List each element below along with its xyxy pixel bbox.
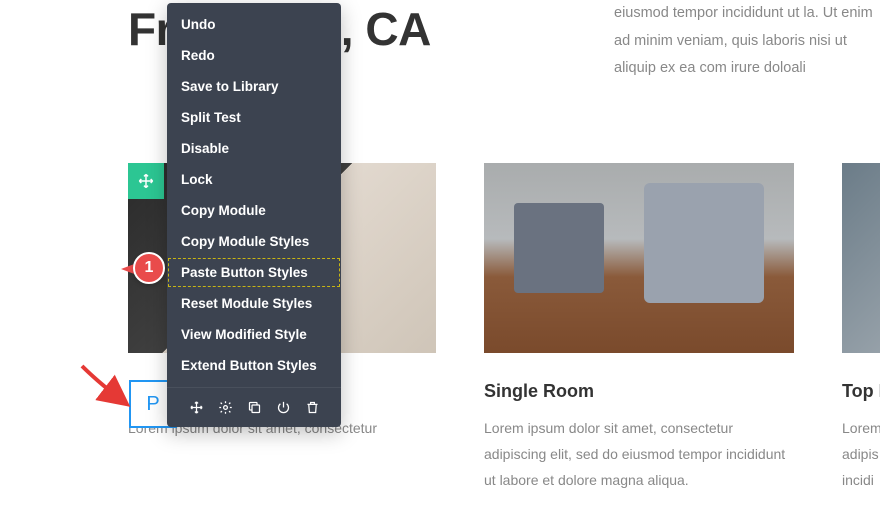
menu-item-copy-module[interactable]: Copy Module <box>167 195 341 226</box>
menu-item-paste-button-styles[interactable]: Paste Button Styles <box>167 257 341 288</box>
card-desc: Lorem adipis incidi <box>842 416 880 494</box>
card-desc: Lorem ipsum dolor sit amet, consectetur … <box>484 416 794 494</box>
menu-item-extend-button-styles[interactable]: Extend Button Styles <box>167 350 341 381</box>
toolbar-delete-button[interactable] <box>305 400 320 415</box>
menu-item-reset-module-styles[interactable]: Reset Module Styles <box>167 288 341 319</box>
menu-item-view-modified-style[interactable]: View Modified Style <box>167 319 341 350</box>
menu-item-lock[interactable]: Lock <box>167 164 341 195</box>
trash-icon <box>305 400 320 415</box>
menu-item-disable[interactable]: Disable <box>167 133 341 164</box>
module-toolbar <box>167 387 341 427</box>
duplicate-icon <box>247 400 262 415</box>
toolbar-settings-button[interactable] <box>218 400 233 415</box>
card-title: Single Room <box>484 381 794 402</box>
menu-item-split-test[interactable]: Split Test <box>167 102 341 133</box>
context-menu: UndoRedoSave to LibrarySplit TestDisable… <box>167 3 341 427</box>
module-move-handle[interactable] <box>128 163 164 199</box>
card-image <box>484 163 794 353</box>
card-title: Top F <box>842 381 880 402</box>
toolbar-move-button[interactable] <box>189 400 204 415</box>
intro-paragraph: eiusmod tempor incididunt ut la. Ut enim… <box>614 0 880 83</box>
menu-item-save-to-library[interactable]: Save to Library <box>167 71 341 102</box>
card-single-room: Single Room Lorem ipsum dolor sit amet, … <box>484 163 794 494</box>
power-icon <box>276 400 291 415</box>
card-image <box>842 163 880 353</box>
toolbar-power-button[interactable] <box>276 400 291 415</box>
menu-item-redo[interactable]: Redo <box>167 40 341 71</box>
toolbar-duplicate-button[interactable] <box>247 400 262 415</box>
move-icon <box>189 400 204 415</box>
move-icon <box>138 173 154 189</box>
menu-item-copy-module-styles[interactable]: Copy Module Styles <box>167 226 341 257</box>
gear-icon <box>218 400 233 415</box>
card-top: Top F Lorem adipis incidi <box>842 163 880 494</box>
menu-item-undo[interactable]: Undo <box>167 9 341 40</box>
